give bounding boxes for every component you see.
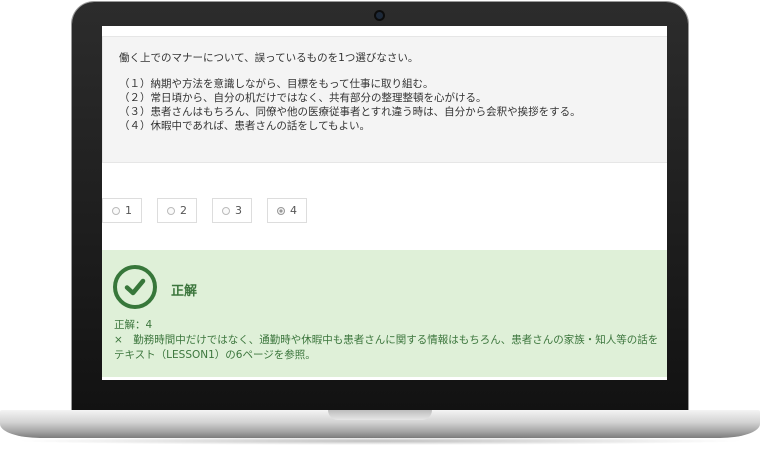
correct-answer: 正解：4 xyxy=(114,319,153,331)
choice-label: 1 xyxy=(125,204,132,217)
radio-icon[interactable] xyxy=(167,206,175,215)
choice-label: 2 xyxy=(180,204,187,217)
question-option: （１）納期や方法を意識しながら、目標をもって仕事に取り組む。 xyxy=(119,78,434,90)
radio-icon[interactable] xyxy=(222,206,230,215)
question-option: （４）休暇中であれば、患者さんの話をしてもよい。 xyxy=(119,120,371,132)
explanation-line: × 勤務時間中だけではなく、通勤時や休暇中も患者さんに関する情報はもちろん、患者… xyxy=(114,334,659,346)
choice-label: 4 xyxy=(290,204,297,217)
answer-choices: 1 2 3 4 xyxy=(102,198,307,223)
explanation-line: テキスト（LESSON1）の6ページを参照。 xyxy=(114,349,316,361)
choice-label: 3 xyxy=(235,204,242,217)
question-box: 働く上でのマナーについて、誤っているものを1つ選びなさい。 （１）納期や方法を意… xyxy=(102,36,667,163)
result-title: 正解 xyxy=(171,284,198,299)
explanation: × 勤務時間中だけではなく、通勤時や休暇中も患者さんに関する情報はもちろん、患者… xyxy=(114,333,658,363)
question-option: （２）常日頃から、自分の机だけではなく、共有部分の整理整頓を心がける。 xyxy=(119,92,487,104)
choice-4[interactable]: 4 xyxy=(267,198,307,223)
laptop-shadow xyxy=(14,437,746,445)
radio-selected-icon[interactable] xyxy=(277,206,285,215)
choice-1[interactable]: 1 xyxy=(102,198,142,223)
radio-icon[interactable] xyxy=(112,206,120,215)
question-option: （３）患者さんはもちろん、同僚や他の医療従事者とすれ違う時は、自分から会釈や挨拶… xyxy=(119,106,581,118)
laptop-notch xyxy=(328,410,432,420)
result-panel: 正解 正解：4 × 勤務時間中だけではなく、通勤時や休暇中も患者さんに関する情報… xyxy=(102,250,667,377)
question-text: 働く上でのマナーについて、誤っているものを1つ選びなさい。 xyxy=(119,52,419,64)
choice-2[interactable]: 2 xyxy=(157,198,197,223)
screen: 働く上でのマナーについて、誤っているものを1つ選びなさい。 （１）納期や方法を意… xyxy=(102,26,667,380)
camera-dot xyxy=(376,12,383,19)
choice-3[interactable]: 3 xyxy=(212,198,252,223)
check-circle-icon xyxy=(113,265,157,309)
